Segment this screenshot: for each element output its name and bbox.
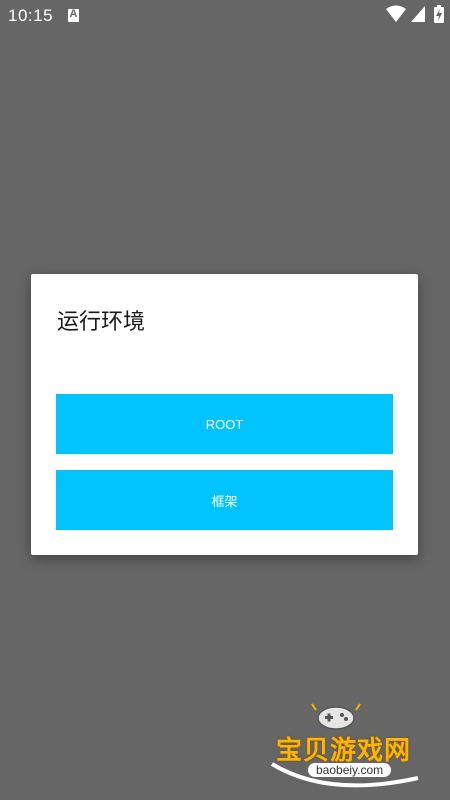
dialog-title: 运行环境 [57, 310, 146, 335]
screen: 10:15 A 运行环境 ROOT 框架 宝贝游戏网 baobeiy.com [0, 0, 450, 800]
a-icon: A [68, 8, 79, 22]
battery-charging-icon [434, 5, 444, 23]
watermark-logo: 宝贝游戏网 baobeiy.com [268, 700, 448, 800]
status-bar: 10:15 A [0, 0, 450, 30]
gamepad-icon [311, 703, 361, 730]
runtime-environment-dialog: 运行环境 ROOT 框架 [31, 274, 418, 555]
framework-button[interactable]: 框架 [56, 470, 393, 530]
watermark-text: 宝贝游戏网 [276, 736, 412, 766]
wifi-icon [386, 5, 406, 22]
watermark-url: baobeiy.com [308, 763, 392, 777]
status-time: 10:15 [8, 6, 54, 25]
signal-icon [411, 6, 425, 22]
root-button[interactable]: ROOT [56, 394, 393, 454]
